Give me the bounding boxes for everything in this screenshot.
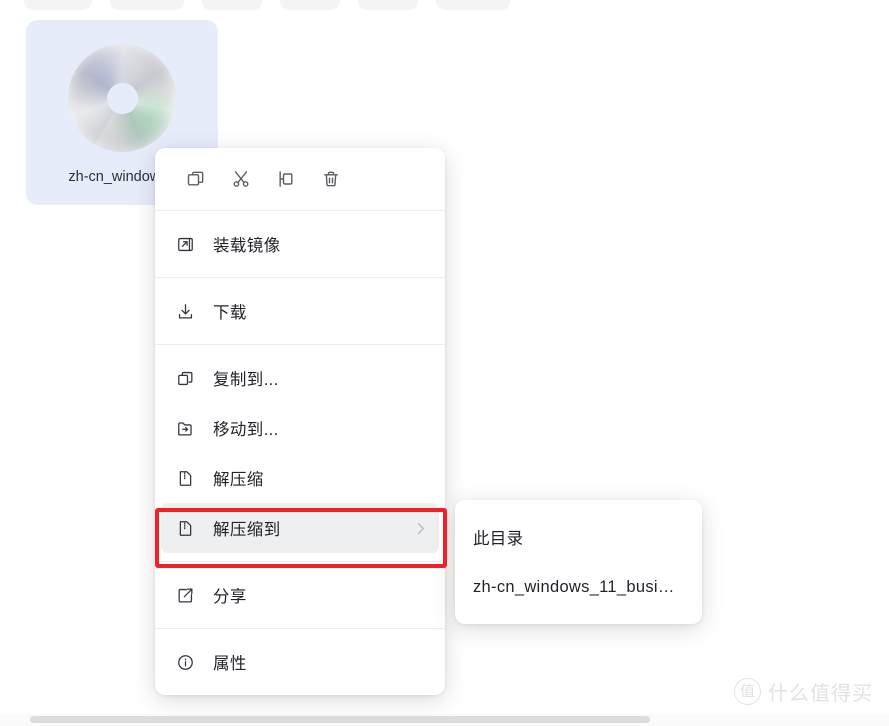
- toolbar-pill-1[interactable]: [24, 0, 92, 10]
- watermark-text: 什么值得买: [768, 683, 873, 705]
- copy-icon[interactable]: [173, 161, 218, 197]
- watermark-logo-icon: 值: [734, 678, 761, 705]
- watermark: 值 什么值得买: [734, 677, 873, 706]
- menu-group-download: 下载: [155, 278, 445, 344]
- info-icon: [173, 650, 197, 674]
- menu-item-label: 移动到...: [213, 421, 279, 439]
- menu-item-unzip-to[interactable]: 解压缩到: [161, 503, 439, 553]
- menu-item-copy-to[interactable]: 复制到...: [155, 353, 445, 403]
- menu-group-mount: 装载镜像: [155, 211, 445, 277]
- unzip-to-icon: [173, 516, 197, 540]
- menu-item-label: 下载: [213, 304, 247, 322]
- context-menu: 装载镜像 下载 复制到... 移动到... 解压缩 解压缩到 分享 属性: [155, 148, 445, 695]
- menu-item-share[interactable]: 分享: [155, 570, 445, 620]
- menu-item-properties[interactable]: 属性: [155, 637, 445, 687]
- toolbar-pill-3[interactable]: [202, 0, 262, 10]
- menu-item-unzip[interactable]: 解压缩: [155, 453, 445, 503]
- menu-item-move-to[interactable]: 移动到...: [155, 403, 445, 453]
- unzip-to-submenu: 此目录 zh-cn_windows_11_busi…: [455, 500, 702, 624]
- menu-group-file-ops: 复制到... 移动到... 解压缩 解压缩到: [155, 345, 445, 561]
- horizontal-scrollbar-thumb[interactable]: [30, 716, 650, 723]
- menu-group-properties: 属性: [155, 629, 445, 695]
- paste-icon[interactable]: [263, 161, 308, 197]
- menu-item-label: 解压缩到: [213, 521, 281, 539]
- toolbar-pill-5[interactable]: [358, 0, 418, 10]
- mount-image-icon: [173, 232, 197, 256]
- submenu-item-this-directory[interactable]: 此目录: [455, 512, 702, 562]
- download-icon: [173, 299, 197, 323]
- menu-group-share: 分享: [155, 562, 445, 628]
- menu-item-label: 装载镜像: [213, 237, 281, 255]
- unzip-icon: [173, 466, 197, 490]
- copy-to-icon: [173, 366, 197, 390]
- quick-action-row: [155, 148, 445, 210]
- menu-item-label: 解压缩: [213, 471, 264, 489]
- disc-image-icon: [68, 44, 176, 152]
- toolbar-pill-2[interactable]: [110, 0, 184, 10]
- cut-icon[interactable]: [218, 161, 263, 197]
- toolbar-pill-6[interactable]: [436, 0, 510, 10]
- submenu-item-named-folder[interactable]: zh-cn_windows_11_busi…: [455, 562, 702, 612]
- menu-item-label: 分享: [213, 588, 247, 606]
- toolbar-pill-4[interactable]: [280, 0, 340, 10]
- top-toolbar: [24, 0, 510, 10]
- menu-item-download[interactable]: 下载: [155, 286, 445, 336]
- delete-icon[interactable]: [308, 161, 353, 197]
- share-icon: [173, 583, 197, 607]
- chevron-right-icon: [412, 520, 429, 537]
- menu-item-label: 属性: [213, 655, 247, 673]
- menu-item-label: 复制到...: [213, 371, 279, 389]
- move-to-icon: [173, 416, 197, 440]
- menu-item-mount-image[interactable]: 装载镜像: [155, 219, 445, 269]
